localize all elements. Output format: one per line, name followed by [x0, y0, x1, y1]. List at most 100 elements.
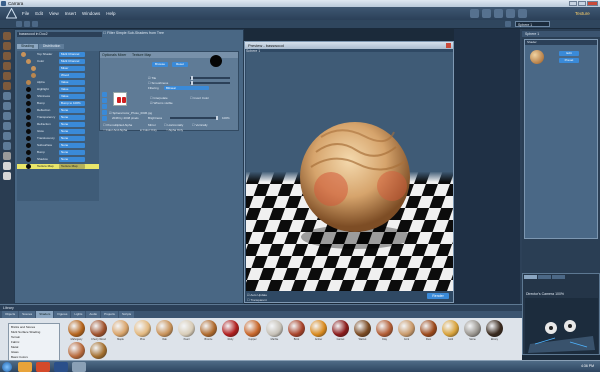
start-button[interactable] [2, 362, 12, 372]
tab-navigator[interactable] [524, 275, 537, 279]
edit-shader-button[interactable]: Edit [559, 51, 579, 56]
scale-tool-icon[interactable] [32, 21, 38, 27]
tree-row[interactable]: Highlight Value [17, 87, 99, 92]
shader-thumbnail[interactable] [464, 320, 481, 337]
tree-row[interactable]: Shadow None [17, 157, 99, 162]
tree-row[interactable]: Shininess Value [17, 94, 99, 99]
browser-taskbar-icon[interactable] [36, 362, 50, 372]
premultiplied-alpha-checkbox[interactable]: ☐ Premultiplied Alpha [103, 123, 132, 127]
shader-thumbnail[interactable] [266, 320, 283, 337]
storyboard-room-icon[interactable] [494, 9, 503, 18]
color-only-radio[interactable]: ● Color Only [140, 128, 157, 132]
filtering-dropdown[interactable]: Bilinear [164, 86, 209, 90]
shader-thumbnail[interactable] [332, 320, 349, 337]
tile-slider[interactable] [190, 76, 230, 80]
rotate-tool-icon[interactable] [24, 21, 30, 27]
smoothness-slider[interactable] [190, 81, 230, 85]
select-tool-icon[interactable] [3, 32, 11, 40]
camera-tool-icon[interactable] [3, 112, 11, 120]
browse-button[interactable]: Browse [152, 62, 168, 67]
shader-thumbnail[interactable] [310, 320, 327, 337]
tree-row[interactable]: Bump Bump to 100% [17, 101, 99, 106]
shader-thumbnail[interactable] [244, 320, 261, 337]
tree-row[interactable]: Alpha Value [17, 80, 99, 85]
category-item[interactable]: Metal [11, 345, 18, 349]
category-item[interactable]: Fabric [11, 340, 19, 344]
move-tool-icon[interactable] [16, 21, 22, 27]
shader-thumbnail[interactable] [442, 320, 459, 337]
auto-update-checkbox[interactable]: ☑ Auto Update [247, 293, 267, 297]
photoshop-taskbar-icon[interactable] [54, 362, 68, 372]
interpolate-checkbox[interactable]: ☐ Interpolate [150, 96, 168, 100]
tab-objects[interactable]: Objects [2, 311, 19, 318]
model-room-icon[interactable] [482, 9, 491, 18]
filter-option[interactable]: ☐ Filter Simple Sub-Shaders from Tree [103, 31, 164, 35]
shader-thumbnail[interactable] [200, 320, 217, 337]
tree-row[interactable]: Top Shader Multi Channel [17, 52, 99, 57]
assemble-room-icon[interactable] [470, 9, 479, 18]
camera-view[interactable] [525, 298, 598, 354]
menu-insert[interactable]: Insert [65, 11, 76, 16]
current-room-label[interactable]: Texture [575, 11, 590, 16]
minimize-button[interactable] [569, 1, 577, 6]
tab-projects[interactable]: Projects [101, 311, 118, 318]
tree-row[interactable]: Reflection None [17, 108, 99, 113]
preview-viewport[interactable] [246, 52, 453, 291]
shader-thumbnail[interactable] [486, 320, 503, 337]
what-visible-checkbox[interactable]: ☑ What is visible [150, 101, 173, 105]
camera-icon[interactable] [3, 152, 11, 160]
category-item[interactable]: Multi Surface Shading [11, 330, 40, 334]
category-item[interactable]: Terrain [11, 335, 20, 339]
grab-tool-icon[interactable] [3, 142, 11, 150]
text-tool-icon[interactable] [3, 132, 11, 140]
shader-thumbnail[interactable] [112, 320, 129, 337]
shader-thumbnail[interactable] [420, 320, 437, 337]
menu-file[interactable]: File [22, 11, 29, 16]
tree-row[interactable]: Subsurface None [17, 143, 99, 148]
tree-row-selected[interactable]: Texture Map Texture Map [17, 164, 99, 169]
tree-row[interactable]: Translucency None [17, 136, 99, 141]
preview-close-button[interactable] [446, 43, 451, 48]
shader-thumbnail[interactable] [178, 320, 195, 337]
shader-thumbnail[interactable] [68, 342, 85, 359]
shader-thumbnail[interactable] [288, 320, 305, 337]
menu-view[interactable]: View [49, 11, 59, 16]
tree-row[interactable]: Transparency None [17, 115, 99, 120]
horizontally-checkbox[interactable]: ☐ Horizontally [164, 123, 183, 127]
shader-path-field[interactable]: basswood in Doc2 [17, 32, 102, 37]
category-item[interactable]: Glass [11, 350, 19, 354]
move-tool-icon[interactable] [3, 42, 11, 50]
vertically-checkbox[interactable]: ☐ Vertically [192, 123, 208, 127]
shader-thumbnail[interactable] [354, 320, 371, 337]
shader-thumbnail[interactable] [134, 320, 151, 337]
shader-thumbnail[interactable] [90, 320, 107, 337]
category-item[interactable]: Bricks and Stones [11, 325, 35, 329]
tree-row[interactable]: Glow None [17, 129, 99, 134]
transparent-checkbox[interactable]: ☐ Transparent [247, 298, 267, 302]
tab-sequencer[interactable] [538, 275, 551, 279]
object-picker-icon[interactable] [505, 21, 511, 27]
render-room-icon[interactable] [518, 9, 527, 18]
texture-room-icon[interactable] [506, 9, 515, 18]
tab-distribution[interactable]: Distribution [38, 44, 65, 49]
rotate-tool-icon[interactable] [3, 52, 11, 60]
brightness-slider[interactable] [170, 116, 218, 120]
explorer-taskbar-icon[interactable] [18, 362, 32, 372]
shader-thumbnail[interactable] [398, 320, 415, 337]
close-button[interactable] [587, 1, 598, 6]
tab-figures[interactable]: Figures [54, 311, 71, 318]
zoom-tool-icon[interactable] [3, 92, 11, 100]
preset-button[interactable]: Preset [559, 58, 579, 63]
reset-button[interactable]: Reset [172, 62, 188, 67]
invert-color-checkbox[interactable]: ☐ Invert Color [190, 96, 209, 100]
tree-row[interactable]: Color Multi Channel [17, 59, 99, 64]
tab-scripts[interactable]: Scripts [118, 311, 135, 318]
tree-row[interactable]: Refraction None [17, 122, 99, 127]
tree-row[interactable]: Mixer [17, 66, 99, 71]
tab-shaders[interactable]: Shaders [36, 311, 54, 318]
tree-row[interactable]: Bump None [17, 150, 99, 155]
tab-lights[interactable]: Lights [71, 311, 86, 318]
category-item[interactable]: Basic Colors [11, 355, 28, 359]
shader-thumbnail[interactable] [376, 320, 393, 337]
paint-tool-icon[interactable] [3, 72, 11, 80]
